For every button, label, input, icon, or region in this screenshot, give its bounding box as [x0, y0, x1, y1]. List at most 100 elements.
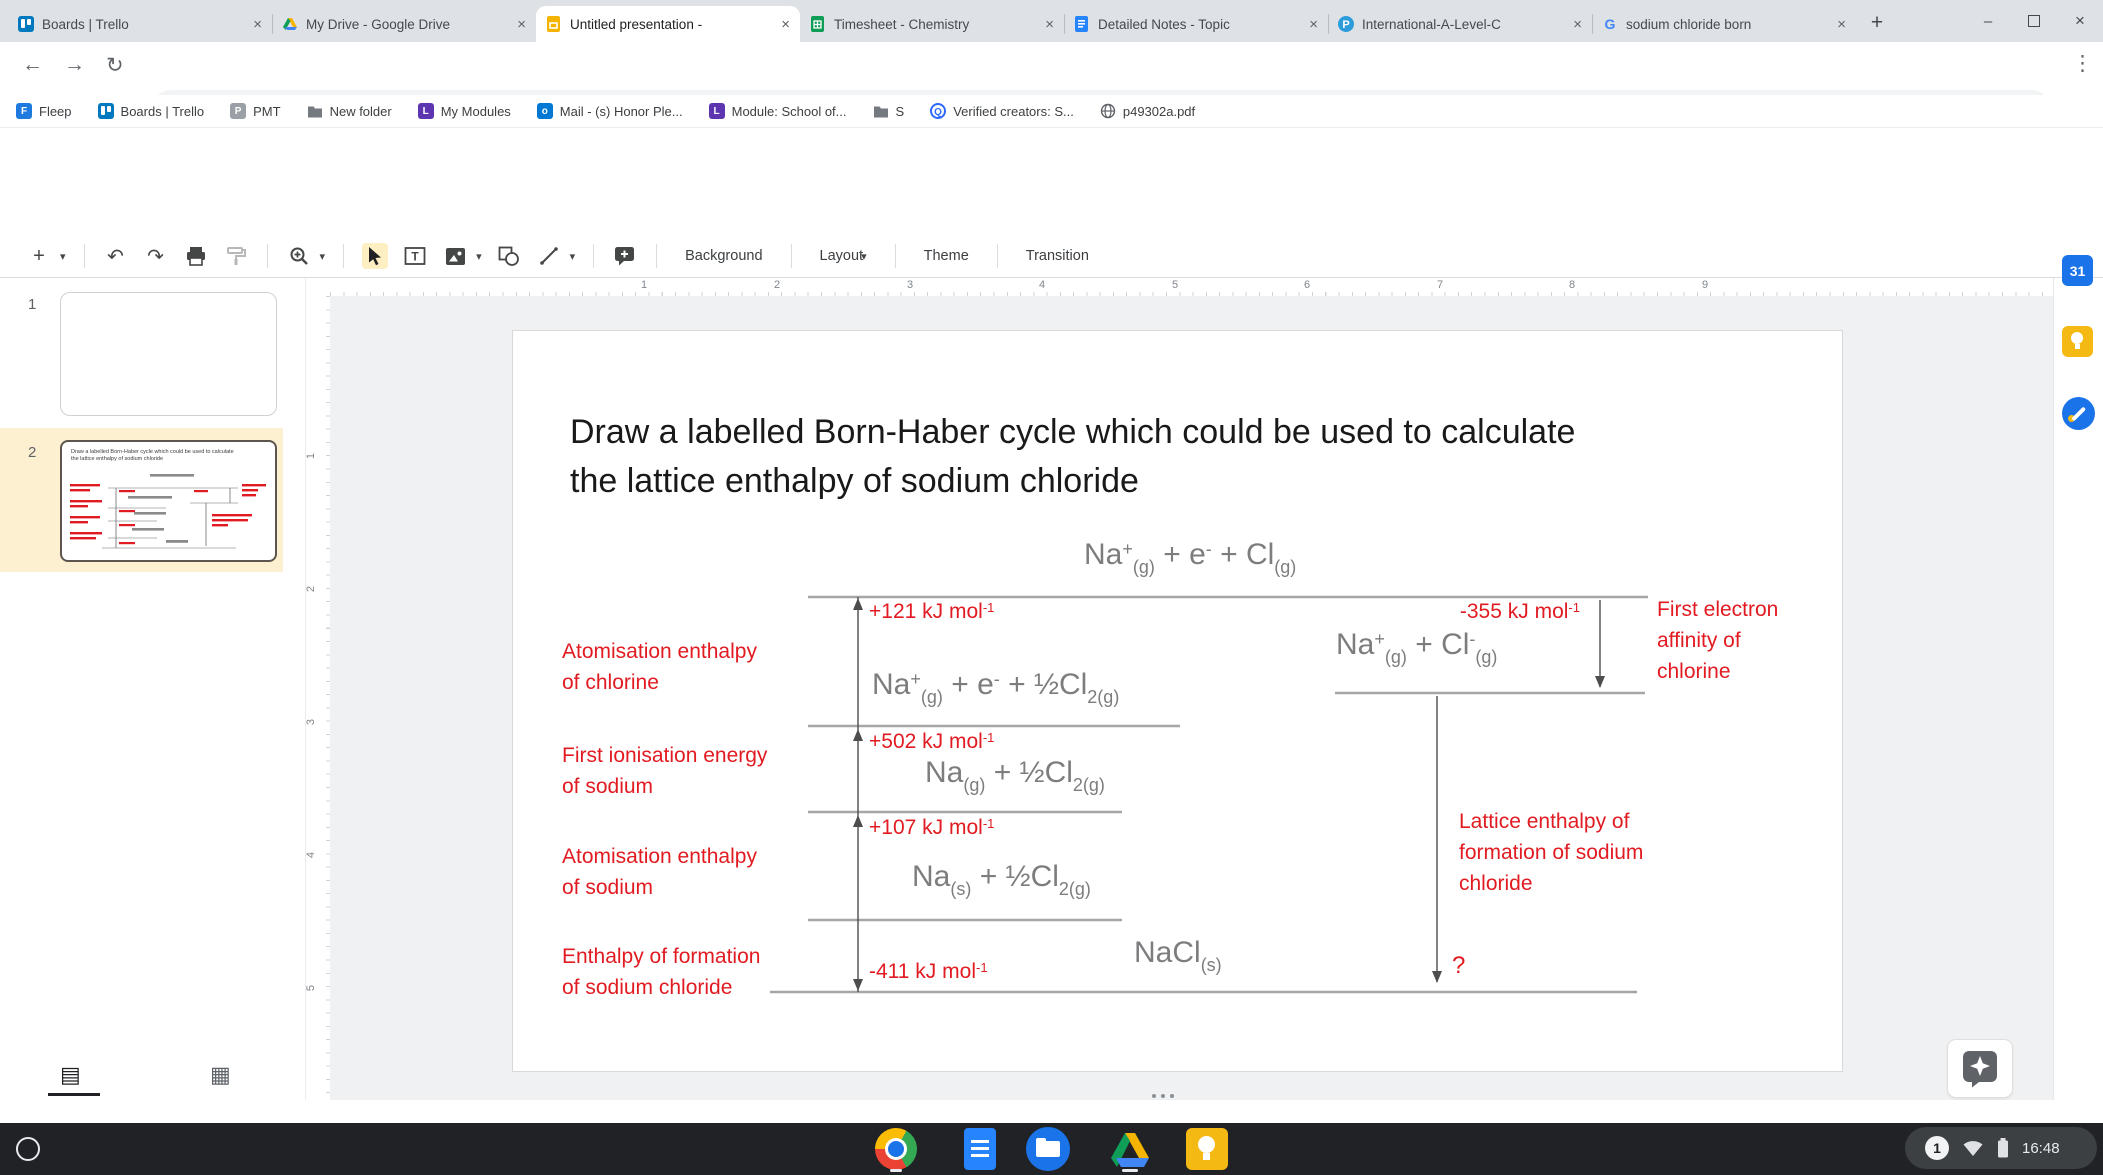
tab-close-icon[interactable]: ×: [1309, 16, 1318, 33]
lattice-unknown-value[interactable]: ?: [1452, 952, 1465, 980]
bookmark-trello[interactable]: Boards | Trello: [98, 103, 205, 119]
label-atomisation-chlorine[interactable]: Atomisation enthalpy of chlorine: [562, 636, 757, 698]
zoom-dropdown-icon[interactable]: ▾: [320, 250, 326, 263]
tab-close-icon[interactable]: ×: [1573, 16, 1582, 33]
formula-na-halfcl2-g[interactable]: Na(g) + ½Cl2(g): [925, 756, 1105, 790]
bookmark-label: Mail - (s) Honor Ple...: [560, 104, 683, 119]
back-icon[interactable]: ←: [22, 53, 43, 77]
tab-close-icon[interactable]: ×: [253, 16, 262, 33]
bookmark-new-folder[interactable]: New folder: [307, 104, 392, 119]
tab-slides-active[interactable]: Untitled presentation - ×: [536, 6, 800, 42]
energy-atomisation-sodium[interactable]: +107 kJ mol-1: [869, 816, 994, 840]
tab-docs[interactable]: Detailed Notes - Topic ×: [1064, 6, 1328, 42]
layout-button[interactable]: Layout ▾: [810, 248, 877, 264]
label-ionisation-sodium[interactable]: First ionisation energy of sodium: [562, 740, 767, 802]
close-window-button[interactable]: ×: [2057, 0, 2103, 42]
bookmark-mail[interactable]: oMail - (s) Honor Ple...: [537, 103, 683, 119]
select-tool-active[interactable]: [362, 243, 388, 269]
bookmark-label: Module: School of...: [732, 104, 847, 119]
calendar-icon[interactable]: 31: [2062, 255, 2093, 286]
line-dropdown-icon[interactable]: ▾: [570, 250, 576, 263]
energy-formation[interactable]: -411 kJ mol-1: [869, 960, 988, 984]
text-box-icon[interactable]: T: [402, 243, 428, 269]
new-slide-dropdown-icon[interactable]: ▾: [60, 250, 66, 263]
svg-text:T: T: [411, 250, 419, 264]
slide-1-thumbnail[interactable]: [60, 292, 277, 416]
keep-icon[interactable]: [2062, 326, 2093, 357]
tab-google-search[interactable]: G sodium chloride born ×: [1592, 6, 1856, 42]
svg-text:G: G: [1605, 16, 1616, 32]
ruler-number: 2: [774, 279, 780, 291]
insert-image-icon[interactable]: [442, 243, 468, 269]
tab-drive[interactable]: My Drive - Google Drive ×: [272, 6, 536, 42]
shelf-docs-icon[interactable]: [958, 1127, 1002, 1171]
shelf-drive-icon[interactable]: [1108, 1127, 1152, 1171]
energy-electron-affinity[interactable]: -355 kJ mol-1: [1420, 600, 1580, 624]
energy-ionisation-sodium[interactable]: +502 kJ mol-1: [869, 730, 994, 754]
energy-atomisation-chlorine[interactable]: +121 kJ mol-1: [869, 600, 994, 624]
ruler-number: 7: [1437, 279, 1443, 291]
zoom-icon[interactable]: [286, 243, 312, 269]
explore-button[interactable]: [1947, 1039, 2013, 1098]
grid-view-icon[interactable]: ▦: [210, 1062, 231, 1088]
label-electron-affinity[interactable]: First electron affinity of chlorine: [1657, 594, 1778, 687]
undo-icon[interactable]: ↶: [103, 243, 129, 269]
chrome-menu-icon[interactable]: ⋮: [2072, 51, 2093, 76]
tab-trello[interactable]: Boards | Trello ×: [8, 6, 272, 42]
bookmark-label: Verified creators: S...: [953, 104, 1074, 119]
tab-close-icon[interactable]: ×: [1837, 16, 1846, 33]
print-icon[interactable]: [183, 243, 209, 269]
insert-line-icon[interactable]: [536, 243, 562, 269]
redo-icon[interactable]: ↷: [143, 243, 169, 269]
bookmark-pdf[interactable]: p49302a.pdf: [1100, 103, 1195, 119]
speaker-notes-handle[interactable]: [1152, 1094, 1174, 1098]
insert-comment-icon[interactable]: [612, 243, 638, 269]
minimize-button[interactable]: –: [1965, 0, 2011, 42]
status-tray[interactable]: 1 16:48: [1905, 1127, 2097, 1169]
label-atomisation-sodium[interactable]: Atomisation enthalpy of sodium: [562, 841, 757, 903]
forward-icon[interactable]: →: [64, 53, 85, 77]
ruler-number: 1: [305, 453, 317, 459]
theme-button[interactable]: Theme: [914, 248, 979, 264]
tab-sheets[interactable]: Timesheet - Chemistry ×: [800, 6, 1064, 42]
tab-close-icon[interactable]: ×: [1045, 16, 1054, 33]
slide-2-thumbnail[interactable]: Draw a labelled Born-Haber cycle which c…: [60, 440, 277, 562]
new-slide-button[interactable]: +: [26, 243, 52, 269]
slide-2-mini-diagram: [62, 464, 274, 556]
bookmark-my-modules[interactable]: LMy Modules: [418, 103, 511, 119]
formula-nacl[interactable]: NaCl(s): [1134, 936, 1222, 970]
launcher-icon[interactable]: [16, 1137, 40, 1161]
modules-icon: L: [709, 103, 725, 119]
transition-button[interactable]: Transition: [1016, 248, 1099, 264]
bookmark-fleep[interactable]: FFleep: [16, 103, 72, 119]
insert-shape-icon[interactable]: [496, 243, 522, 269]
bookmark-pmt[interactable]: PPMT: [230, 103, 280, 119]
label-lattice-enthalpy[interactable]: Lattice enthalpy of formation of sodium …: [1459, 806, 1643, 899]
slide-title-text[interactable]: Draw a labelled Born-Haber cycle which c…: [570, 408, 1820, 506]
label-enthalpy-formation[interactable]: Enthalpy of formation of sodium chloride: [562, 941, 760, 1003]
shelf-files-icon[interactable]: [1026, 1127, 1070, 1171]
new-tab-button[interactable]: +: [1862, 8, 1892, 38]
reload-icon[interactable]: ↻: [106, 53, 124, 78]
filmstrip-view-icon[interactable]: ▤: [60, 1062, 81, 1088]
formula-na-cl-ions[interactable]: Na+(g) + Cl-(g): [1336, 628, 1497, 662]
tab-close-icon[interactable]: ×: [517, 16, 526, 33]
trello-icon: [98, 103, 114, 119]
formula-na-e-cl-gas[interactable]: Na+(g) + e- + Cl(g): [1084, 538, 1296, 572]
background-button[interactable]: Background: [675, 248, 772, 264]
formula-na-e-halfcl2[interactable]: Na+(g) + e- + ½Cl2(g): [872, 668, 1119, 702]
tasks-icon[interactable]: [2062, 397, 2095, 430]
bookmark-verified-creators[interactable]: QVerified creators: S...: [930, 103, 1074, 119]
image-dropdown-icon[interactable]: ▾: [476, 250, 482, 263]
paint-format-icon[interactable]: [223, 243, 249, 269]
shelf-keep-icon[interactable]: [1185, 1127, 1229, 1171]
tab-pmt[interactable]: P International-A-Level-C ×: [1328, 6, 1592, 42]
bookmark-s-folder[interactable]: S: [873, 104, 905, 119]
shelf-chrome-icon[interactable]: [874, 1127, 918, 1171]
formula-na-halfcl2-s[interactable]: Na(s) + ½Cl2(g): [912, 860, 1091, 894]
trello-icon: [18, 16, 34, 32]
bookmark-module-school[interactable]: L Module: School of...: [709, 103, 847, 119]
slide-2-mini-title: Draw a labelled Born-Haber cycle which c…: [71, 449, 269, 463]
tab-close-icon[interactable]: ×: [781, 16, 790, 33]
restore-button[interactable]: [2011, 0, 2057, 42]
